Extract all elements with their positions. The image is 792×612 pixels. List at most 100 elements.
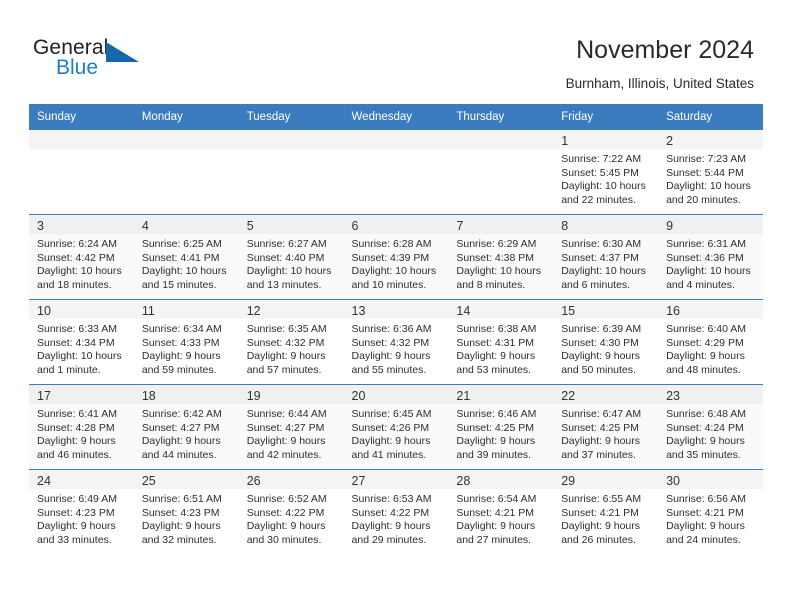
sunset-time: Sunset: 4:41 PM bbox=[141, 251, 220, 264]
calendar-day-cell[interactable]: 15 Sunrise: 6:39 AM Sunset: 4:30 PM Dayligh… bbox=[553, 299, 659, 385]
sunrise-time: Sunrise: 6:29 AM bbox=[456, 238, 537, 250]
calendar-day-cell[interactable]: 13 Sunrise: 6:36 AM Sunset: 4:32 PM Dayligh… bbox=[343, 299, 449, 385]
daylight-duration-line1: Daylight: 9 hours bbox=[561, 350, 641, 363]
day-number: 6 bbox=[351, 219, 359, 233]
day-number-bar bbox=[238, 130, 344, 149]
daylight-duration-line2: and 55 minutes. bbox=[351, 363, 427, 376]
calendar-week-row: 3 Sunrise: 6:24 AM Sunset: 4:42 PM Daylight… bbox=[29, 214, 763, 300]
day-number-bar bbox=[448, 130, 554, 149]
daylight-duration-line2: and 37 minutes. bbox=[561, 448, 636, 461]
day-number-bar bbox=[343, 130, 449, 149]
calendar-day-cell[interactable]: 7 Sunrise: 6:29 AM Sunset: 4:38 PM Daylight… bbox=[448, 214, 554, 300]
day-details: Sunrise: 6:48 AM Sunset: 4:24 PM Daylight:… bbox=[658, 404, 763, 462]
sunrise-time: Sunrise: 6:27 AM bbox=[246, 238, 327, 250]
calendar-day-cell[interactable]: 14 Sunrise: 6:38 AM Sunset: 4:31 PM Dayligh… bbox=[448, 299, 554, 385]
calendar-day-cell[interactable]: 21 Sunrise: 6:46 AM Sunset: 4:25 PM Dayligh… bbox=[448, 384, 554, 470]
day-details: Sunrise: 6:28 AM Sunset: 4:39 PM Daylight:… bbox=[344, 234, 449, 292]
weekday-header-thursday: Thursday bbox=[448, 104, 554, 130]
sunrise-time: Sunrise: 6:28 AM bbox=[351, 238, 432, 250]
weekday-header-tuesday: Tuesday bbox=[238, 104, 344, 130]
daylight-duration-line2: and 20 minutes. bbox=[666, 193, 741, 206]
day-number-bar: 22 bbox=[553, 385, 659, 404]
sunrise-time: Sunrise: 6:30 AM bbox=[561, 238, 642, 250]
daylight-duration-line2: and 59 minutes. bbox=[141, 363, 217, 376]
calendar-day-cell[interactable]: 1 Sunrise: 7:22 AM Sunset: 5:45 PM Daylight… bbox=[553, 129, 659, 215]
daylight-duration-line2: and 15 minutes. bbox=[141, 278, 217, 291]
day-number-bar: 3 bbox=[29, 215, 134, 234]
sunset-time: Sunset: 4:23 PM bbox=[37, 506, 115, 519]
sunset-time: Sunset: 4:27 PM bbox=[141, 421, 220, 434]
calendar-day-cell[interactable]: 18 Sunrise: 6:42 AM Sunset: 4:27 PM Dayligh… bbox=[133, 384, 239, 470]
calendar-week-row: 17 Sunrise: 6:41 AM Sunset: 4:28 PM Dayligh… bbox=[29, 384, 763, 470]
sunrise-time: Sunrise: 6:52 AM bbox=[246, 493, 327, 505]
sunset-time: Sunset: 4:24 PM bbox=[666, 421, 744, 434]
calendar-day-cell[interactable]: 28 Sunrise: 6:54 AM Sunset: 4:21 PM Dayligh… bbox=[448, 469, 554, 554]
day-number-bar: 30 bbox=[658, 470, 763, 489]
calendar-day-cell[interactable]: 22 Sunrise: 6:47 AM Sunset: 4:25 PM Dayligh… bbox=[553, 384, 659, 470]
general-blue-logo[interactable]: General Blue bbox=[33, 36, 143, 82]
calendar-day-cell[interactable]: 26 Sunrise: 6:52 AM Sunset: 4:22 PM Dayligh… bbox=[238, 469, 344, 554]
sunrise-time: Sunrise: 6:36 AM bbox=[351, 323, 432, 335]
daylight-duration-line2: and 24 minutes. bbox=[666, 533, 741, 546]
daylight-duration-line1: Daylight: 9 hours bbox=[141, 350, 221, 363]
page-header: General Blue November 2024 Burnham, Illi… bbox=[0, 0, 792, 104]
calendar-day-cell[interactable]: 10 Sunrise: 6:33 AM Sunset: 4:34 PM Dayligh… bbox=[29, 299, 134, 385]
sunrise-time: Sunrise: 6:47 AM bbox=[561, 408, 642, 420]
sunset-time: Sunset: 4:36 PM bbox=[666, 251, 744, 264]
calendar-day-cell[interactable]: 23 Sunrise: 6:48 AM Sunset: 4:24 PM Dayligh… bbox=[658, 384, 763, 470]
calendar-day-cell[interactable]: 30 Sunrise: 6:56 AM Sunset: 4:21 PM Dayligh… bbox=[658, 469, 763, 554]
calendar-day-cell[interactable]: 16 Sunrise: 6:40 AM Sunset: 4:29 PM Dayligh… bbox=[658, 299, 763, 385]
daylight-duration-line1: Daylight: 10 hours bbox=[666, 180, 751, 193]
calendar-day-cell[interactable]: 3 Sunrise: 6:24 AM Sunset: 4:42 PM Daylight… bbox=[29, 214, 134, 300]
day-number: 23 bbox=[666, 389, 680, 403]
daylight-duration-line2: and 53 minutes. bbox=[456, 363, 532, 376]
day-details: Sunrise: 6:49 AM Sunset: 4:23 PM Daylight:… bbox=[29, 489, 134, 547]
sunrise-time: Sunrise: 6:54 AM bbox=[456, 493, 537, 505]
daylight-duration-line1: Daylight: 9 hours bbox=[141, 520, 221, 533]
calendar-day-cell[interactable]: 25 Sunrise: 6:51 AM Sunset: 4:23 PM Dayligh… bbox=[133, 469, 239, 554]
day-number: 8 bbox=[561, 219, 569, 233]
calendar-day-cell[interactable]: 2 Sunrise: 7:23 AM Sunset: 5:44 PM Daylight… bbox=[658, 129, 763, 215]
calendar-day-cell[interactable]: 24 Sunrise: 6:49 AM Sunset: 4:23 PM Dayligh… bbox=[29, 469, 134, 554]
day-number: 13 bbox=[351, 304, 366, 318]
calendar-day-cell[interactable]: 12 Sunrise: 6:35 AM Sunset: 4:32 PM Dayligh… bbox=[238, 299, 344, 385]
page-title: November 2024 bbox=[576, 36, 754, 64]
calendar-day-cell[interactable]: 11 Sunrise: 6:34 AM Sunset: 4:33 PM Dayligh… bbox=[133, 299, 239, 385]
daylight-duration-line1: Daylight: 10 hours bbox=[37, 350, 122, 363]
calendar-day-cell[interactable]: 27 Sunrise: 6:53 AM Sunset: 4:22 PM Dayligh… bbox=[343, 469, 449, 554]
calendar-day-cell[interactable]: 17 Sunrise: 6:41 AM Sunset: 4:28 PM Dayligh… bbox=[29, 384, 134, 470]
day-number-bar: 7 bbox=[448, 215, 554, 234]
day-details: Sunrise: 6:41 AM Sunset: 4:28 PM Daylight:… bbox=[29, 404, 134, 462]
daylight-duration-line1: Daylight: 10 hours bbox=[561, 180, 646, 193]
calendar-day-cell-empty bbox=[29, 129, 134, 215]
sunset-time: Sunset: 4:25 PM bbox=[561, 421, 639, 434]
calendar-day-cell[interactable]: 8 Sunrise: 6:30 AM Sunset: 4:37 PM Daylight… bbox=[553, 214, 659, 300]
calendar-day-cell[interactable]: 19 Sunrise: 6:44 AM Sunset: 4:27 PM Dayligh… bbox=[238, 384, 344, 470]
day-details: Sunrise: 6:40 AM Sunset: 4:29 PM Daylight:… bbox=[658, 319, 763, 377]
sunset-time: Sunset: 4:22 PM bbox=[246, 506, 325, 519]
daylight-duration-line1: Daylight: 10 hours bbox=[351, 265, 437, 278]
day-details: Sunrise: 6:36 AM Sunset: 4:32 PM Daylight:… bbox=[344, 319, 449, 377]
day-number-bar bbox=[29, 130, 134, 149]
day-number-bar: 26 bbox=[238, 470, 344, 489]
day-details: Sunrise: 6:38 AM Sunset: 4:31 PM Daylight:… bbox=[448, 319, 553, 377]
sunset-time: Sunset: 4:32 PM bbox=[246, 336, 325, 349]
daylight-duration-line2: and 48 minutes. bbox=[666, 363, 741, 376]
calendar-day-cell[interactable]: 20 Sunrise: 6:45 AM Sunset: 4:26 PM Dayligh… bbox=[343, 384, 449, 470]
calendar-day-cell[interactable]: 9 Sunrise: 6:31 AM Sunset: 4:36 PM Daylight… bbox=[658, 214, 763, 300]
day-number-bar: 20 bbox=[343, 385, 449, 404]
calendar-day-cell[interactable]: 5 Sunrise: 6:27 AM Sunset: 4:40 PM Daylight… bbox=[238, 214, 344, 300]
daylight-duration-line2: and 44 minutes. bbox=[141, 448, 217, 461]
calendar-page: General Blue November 2024 Burnham, Illi… bbox=[0, 0, 792, 612]
calendar-day-cell[interactable]: 29 Sunrise: 6:55 AM Sunset: 4:21 PM Dayligh… bbox=[553, 469, 659, 554]
sunset-time: Sunset: 4:28 PM bbox=[37, 421, 115, 434]
calendar-day-cell[interactable]: 6 Sunrise: 6:28 AM Sunset: 4:39 PM Daylight… bbox=[343, 214, 449, 300]
sunrise-time: Sunrise: 7:22 AM bbox=[561, 153, 642, 165]
daylight-duration-line2: and 27 minutes. bbox=[456, 533, 532, 546]
calendar-day-cell[interactable]: 4 Sunrise: 6:25 AM Sunset: 4:41 PM Daylight… bbox=[133, 214, 239, 300]
sunrise-time: Sunrise: 7:23 AM bbox=[666, 153, 747, 165]
day-number: 11 bbox=[141, 304, 155, 318]
daylight-duration-line2: and 42 minutes. bbox=[246, 448, 322, 461]
day-number: 14 bbox=[456, 304, 471, 318]
day-number: 2 bbox=[666, 134, 674, 148]
